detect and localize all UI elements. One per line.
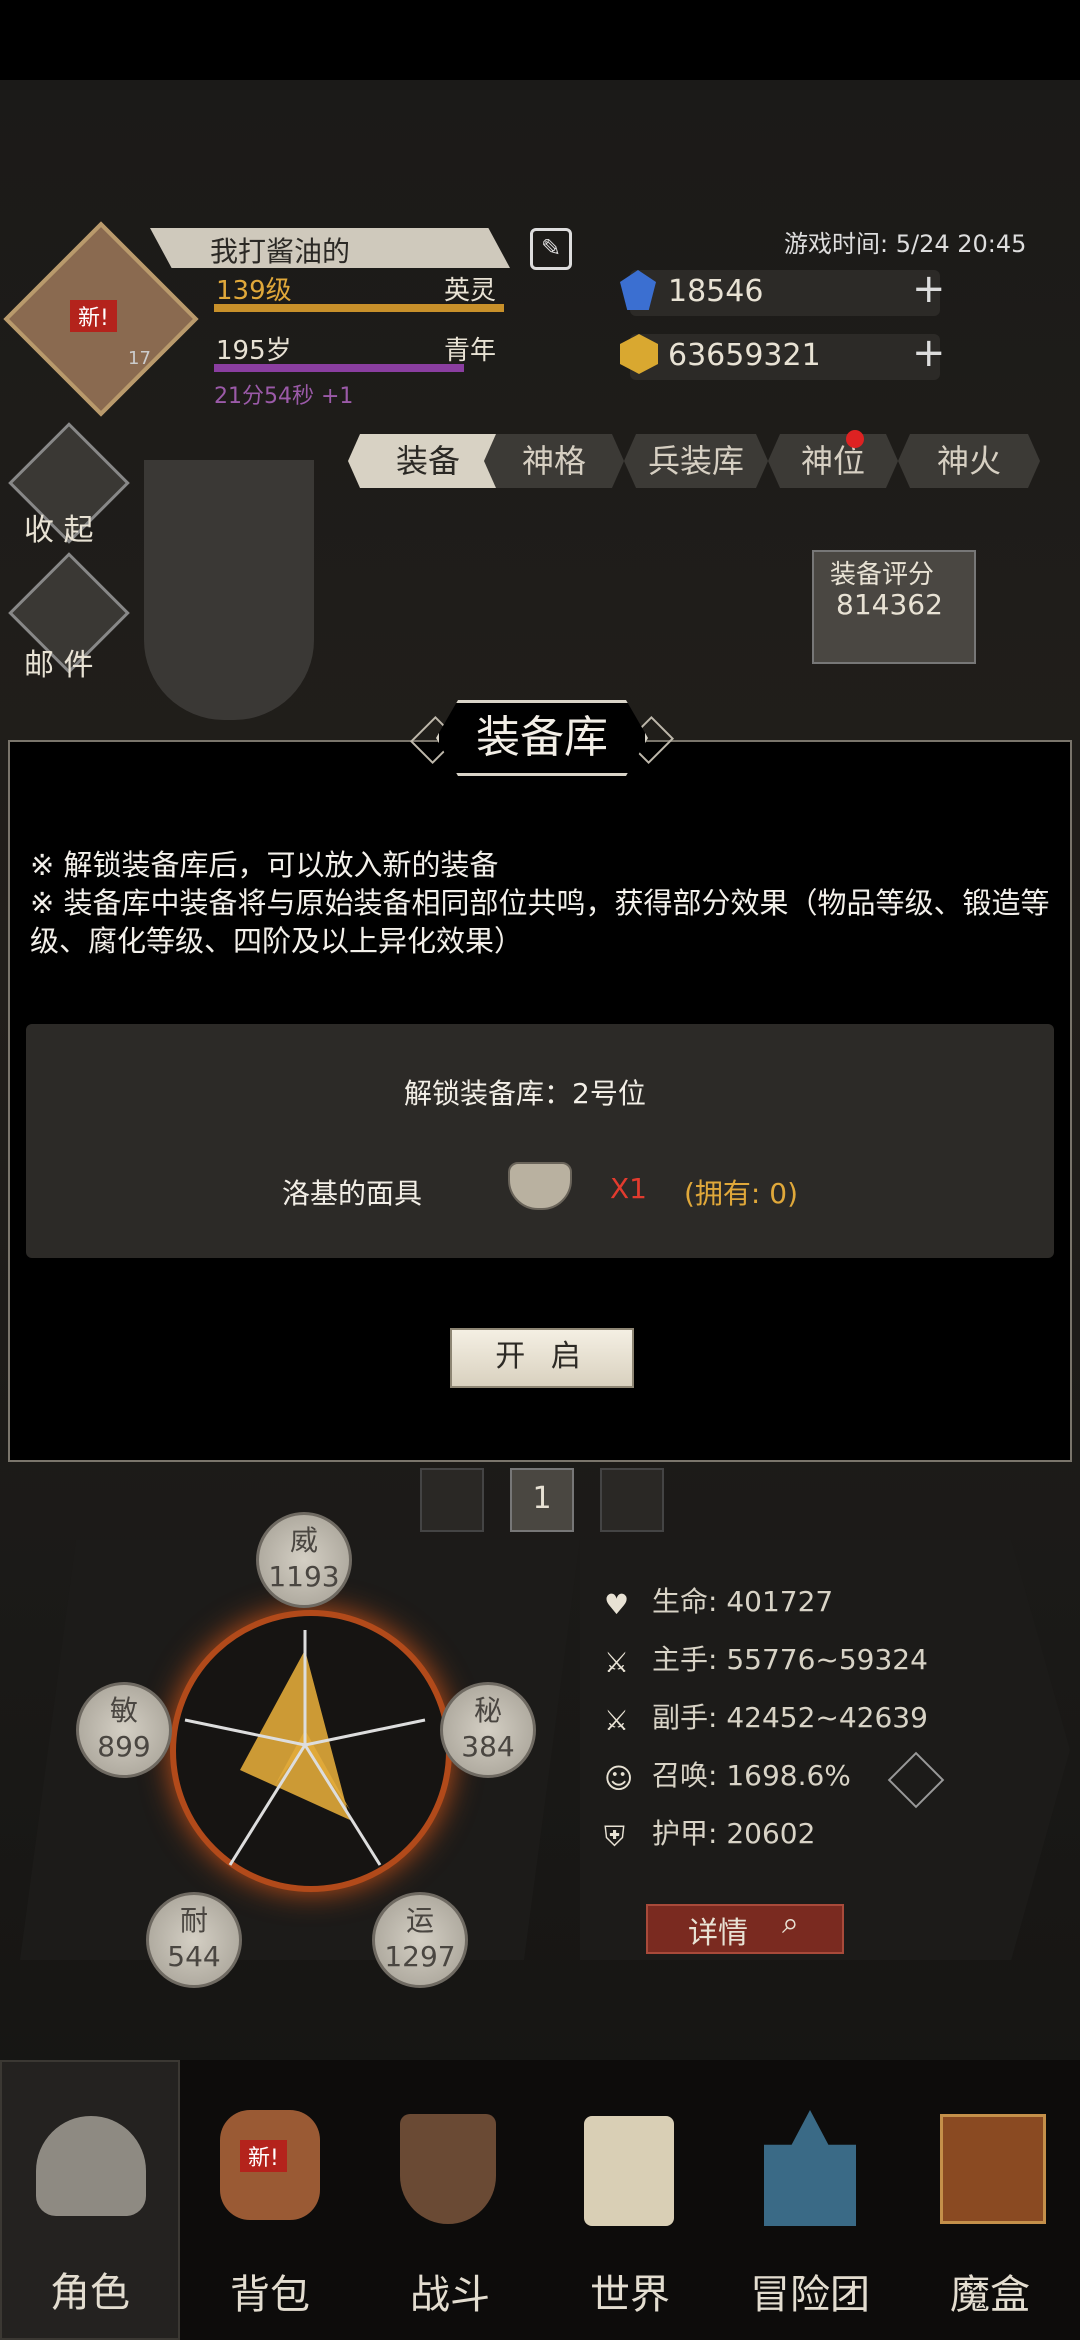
stat-label: 敏: [109, 1694, 138, 1727]
magnifier-icon: ⌕: [782, 1906, 799, 1941]
hp-stat: 生命: 401727: [652, 1585, 834, 1618]
nav-world[interactable]: 世界: [540, 2060, 720, 2340]
unlock-slot-text: 解锁装备库：2号位: [404, 1077, 646, 1110]
stat-node-mi: 秘 384: [440, 1682, 536, 1778]
bottom-nav: 角色 新! 背包 战斗 世界 冒险团 魔盒: [0, 2060, 1080, 2340]
equip-score-label: 装备评分: [830, 560, 935, 590]
game-time: 游戏时间: 5/24 20:45: [784, 230, 1027, 258]
age-timer: 21分54秒 +1: [214, 384, 354, 409]
owned-count: (拥有: 0): [684, 1177, 798, 1210]
tab-divinity[interactable]: 神格: [484, 434, 624, 488]
stat-value: 1297: [384, 1940, 456, 1973]
nav-backpack[interactable]: 新! 背包: [180, 2060, 360, 2340]
collapse-button[interactable]: 收 起: [24, 505, 94, 549]
new-badge: 新!: [240, 2140, 287, 2172]
nav-adventure-team[interactable]: 冒险团: [720, 2060, 900, 2340]
player-name: 我打酱油的: [210, 235, 351, 268]
modal-title: 装备库: [436, 700, 648, 776]
add-gems-button[interactable]: +: [912, 266, 946, 312]
stat-label: 耐: [179, 1904, 208, 1937]
nav-magic-box[interactable]: 魔盒: [900, 2060, 1080, 2340]
add-gold-button[interactable]: +: [912, 330, 946, 376]
nav-label: 魔盒: [950, 2272, 1030, 2318]
castle-icon: [764, 2110, 856, 2226]
stat-label: 秘: [473, 1694, 502, 1727]
slot-number[interactable]: 1: [510, 1468, 574, 1532]
stat-node-wei: 威 1193: [256, 1512, 352, 1608]
summon-stat: 召唤: 1698.6%: [652, 1759, 851, 1792]
item-quantity: X1: [610, 1172, 647, 1205]
main-hand-stat: 主手: 55776~59324: [652, 1643, 928, 1676]
stat-node-min: 敏 899: [76, 1682, 172, 1778]
edit-name-icon[interactable]: ✎: [530, 228, 572, 270]
dagger-icon: ⚔: [604, 1704, 630, 1737]
nav-character[interactable]: 角色: [0, 2060, 180, 2340]
resonance-note: ※ 装备库中装备将与原始装备相同部位共鸣，获得部分效果（物品等级、锻造等级、腐化…: [30, 886, 1050, 958]
location-icon[interactable]: [420, 1468, 484, 1532]
scroll-icon: [584, 2116, 674, 2226]
stat-label: 威: [289, 1524, 318, 1557]
open-button[interactable]: 开 启: [450, 1328, 634, 1388]
gold-value: 63659321: [668, 338, 821, 373]
armor-icon: ⛨: [604, 1820, 626, 1853]
lock-icon[interactable]: [600, 1468, 664, 1532]
summon-icon: ☺: [604, 1762, 634, 1795]
age-stage: 青年: [444, 336, 497, 366]
stat-label: 运: [405, 1904, 434, 1937]
stat-value: 899: [97, 1730, 151, 1763]
rank-title: 英灵: [444, 276, 497, 306]
level-text: 139级: [216, 276, 292, 306]
xp-bar: [214, 304, 504, 312]
details-label: 详情: [688, 1916, 748, 1951]
nav-label: 角色: [50, 2270, 130, 2316]
sword-icon: ⚔: [604, 1646, 630, 1679]
nav-battle[interactable]: 战斗: [360, 2060, 540, 2340]
unlock-cost-box: [26, 1024, 1054, 1258]
stat-node-nai: 耐 544: [146, 1892, 242, 1988]
off-hand-stat: 副手: 42452~42639: [652, 1701, 928, 1734]
nav-label: 背包: [230, 2272, 310, 2318]
tab-god-seat[interactable]: 神位: [768, 434, 898, 488]
nav-label: 战斗: [410, 2272, 490, 2318]
helmet-icon: [36, 2116, 146, 2216]
stat-node-yun: 运 1297: [372, 1892, 468, 1988]
tab-divine-fire[interactable]: 神火: [898, 434, 1040, 488]
tab-bar: 装备 神格 兵装库 神位 神火: [348, 434, 1040, 488]
age-text: 195岁: [216, 336, 292, 366]
mail-button[interactable]: 邮 件: [24, 640, 94, 684]
age-bar: [214, 364, 464, 372]
stat-value: 384: [461, 1730, 515, 1763]
heart-icon: ♥: [604, 1588, 630, 1621]
sword-shield-icon: [400, 2114, 496, 2224]
armor-stat: 护甲: 20602: [652, 1817, 816, 1850]
stat-value: 1193: [268, 1560, 340, 1593]
cube-icon: [940, 2114, 1046, 2224]
item-name: 洛基的面具: [282, 1177, 423, 1210]
avatar-badge: 新!: [70, 300, 117, 332]
nav-label: 世界: [590, 2272, 670, 2318]
gem-value: 18546: [668, 274, 764, 309]
stat-radar-shape: [184, 1630, 426, 1866]
notification-dot: [846, 430, 864, 448]
stat-value: 544: [167, 1940, 221, 1973]
equip-score-value: 814362: [836, 588, 943, 621]
unlock-note: ※ 解锁装备库后，可以放入新的装备: [30, 848, 499, 882]
tab-armory[interactable]: 兵装库: [624, 434, 768, 488]
nav-label: 冒险团: [750, 2272, 870, 2318]
avatar-rank: 17: [128, 348, 151, 369]
character-banner: [144, 460, 314, 720]
